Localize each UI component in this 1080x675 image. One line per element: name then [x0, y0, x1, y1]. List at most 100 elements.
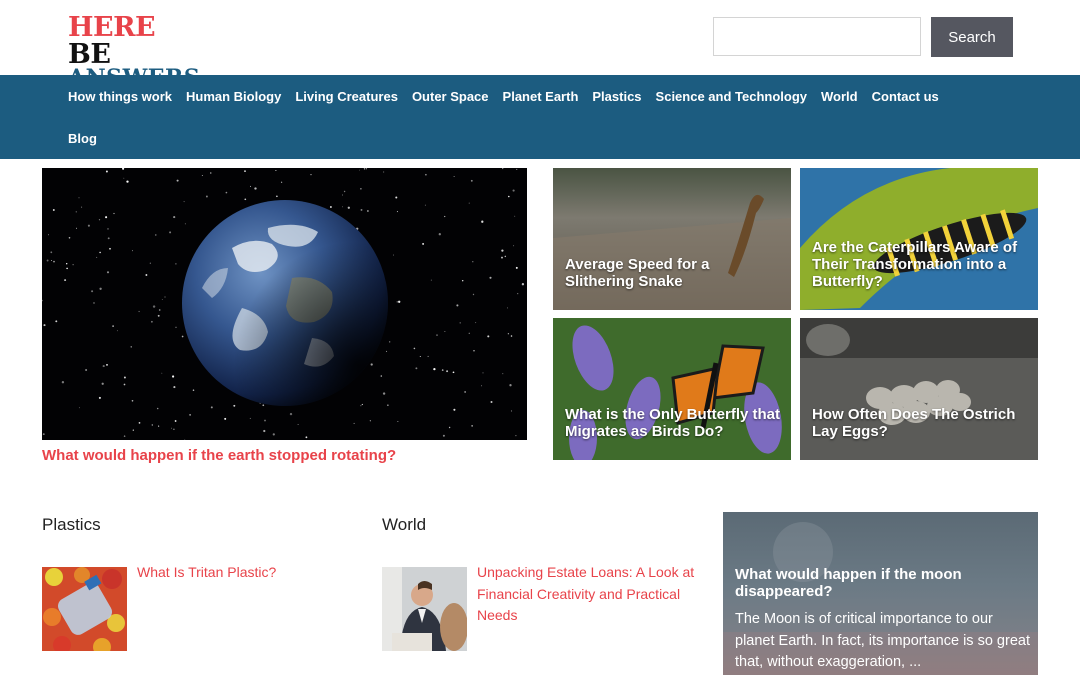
tile-title: How Often Does The Ostrich Lay Eggs?	[812, 406, 1016, 440]
star-dot	[387, 404, 389, 406]
star-dot	[444, 330, 446, 332]
star-dot	[132, 429, 134, 431]
featured-tile-butterfly[interactable]: What is the Only Butterfly that Migrates…	[553, 318, 791, 460]
star-dot	[99, 287, 102, 290]
star-dot	[138, 422, 141, 424]
star-dot	[396, 211, 398, 213]
world-post-thumbnail[interactable]	[382, 567, 467, 651]
nav-item-planet-earth[interactable]: Planet Earth	[503, 89, 579, 104]
star-dot	[254, 187, 257, 190]
star-dot	[501, 249, 504, 252]
star-dot	[510, 335, 513, 337]
star-dot	[183, 201, 185, 203]
star-dot	[425, 173, 427, 176]
nav-item-contact-us[interactable]: Contact us	[872, 89, 939, 104]
star-dot	[123, 376, 126, 379]
search-input[interactable]	[713, 17, 921, 56]
star-dot	[297, 424, 299, 425]
plastics-post-thumbnail[interactable]	[42, 567, 127, 651]
nav-item-how-things-work[interactable]: How things work	[68, 89, 172, 104]
star-dot	[96, 256, 98, 258]
star-dot	[481, 385, 483, 387]
nav-item-world[interactable]: World	[821, 89, 858, 104]
star-dot	[471, 425, 473, 427]
star-dot	[152, 305, 156, 308]
star-dot	[422, 242, 425, 245]
star-dot	[105, 170, 108, 173]
star-dot	[395, 196, 398, 199]
star-dot	[343, 190, 346, 193]
star-dot	[472, 261, 474, 263]
star-dot	[481, 220, 484, 223]
star-dot	[66, 263, 68, 265]
star-dot	[347, 206, 350, 209]
star-dot	[453, 408, 456, 411]
star-dot	[42, 433, 45, 435]
plastics-post-title[interactable]: What Is Tritan Plastic?	[137, 562, 347, 584]
star-dot	[262, 404, 265, 407]
nav-item-outer-space[interactable]: Outer Space	[412, 89, 489, 104]
star-dot	[472, 293, 475, 296]
star-dot	[75, 211, 77, 213]
star-dot	[386, 350, 388, 352]
star-dot	[509, 384, 512, 387]
star-dot	[427, 355, 429, 357]
star-dot	[91, 290, 94, 293]
star-dot	[106, 271, 110, 274]
tile-title: Average Speed for a Slithering Snake	[565, 256, 710, 290]
star-dot	[521, 283, 525, 286]
world-post-title[interactable]: Unpacking Estate Loans: A Look at Financ…	[477, 562, 697, 627]
star-dot	[85, 369, 88, 371]
moon-feature-card[interactable]: What would happen if the moon disappeare…	[723, 512, 1038, 675]
star-dot	[175, 326, 177, 328]
star-dot	[473, 350, 475, 352]
star-dot	[456, 304, 459, 307]
star-dot	[43, 324, 46, 327]
star-dot	[436, 334, 438, 336]
star-dot	[158, 425, 160, 427]
nav-item-blog[interactable]: Blog	[68, 131, 97, 146]
star-dot	[48, 234, 49, 236]
featured-earth-image[interactable]	[42, 168, 527, 440]
search-button[interactable]: Search	[931, 17, 1013, 57]
star-dot	[415, 367, 418, 370]
star-dot	[329, 206, 332, 208]
star-dot	[50, 259, 53, 262]
star-dot	[52, 209, 55, 211]
moon-card-excerpt: The Moon is of critical importance to ou…	[735, 611, 1030, 670]
nav-item-living-creatures[interactable]: Living Creatures	[295, 89, 398, 104]
star-dot	[510, 410, 513, 412]
star-dot	[370, 363, 373, 366]
star-dot	[175, 263, 177, 265]
star-dot	[433, 367, 436, 371]
star-dot	[176, 179, 179, 182]
nav-item-plastics[interactable]: Plastics	[592, 89, 641, 104]
nav-item-human-biology[interactable]: Human Biology	[186, 89, 281, 104]
featured-tile-snake[interactable]: Average Speed for a Slithering Snake	[553, 168, 791, 310]
star-dot	[123, 177, 125, 179]
star-dot	[184, 223, 186, 225]
star-dot	[173, 386, 176, 389]
star-dot	[161, 298, 163, 300]
star-dot	[244, 170, 246, 172]
star-dot	[468, 202, 470, 204]
star-dot	[516, 168, 518, 170]
nav-item-science-and-technology[interactable]: Science and Technology	[656, 89, 807, 104]
star-dot	[342, 194, 343, 196]
star-dot	[116, 330, 118, 332]
star-dot	[112, 325, 114, 327]
featured-tile-caterpillar[interactable]: Are the Caterpillars Aware of Their Tran…	[800, 168, 1038, 310]
star-dot	[170, 427, 172, 429]
star-dot	[155, 234, 157, 236]
featured-tile-ostrich-eggs[interactable]: How Often Does The Ostrich Lay Eggs?	[800, 318, 1038, 460]
star-dot	[504, 255, 507, 258]
star-dot	[468, 332, 470, 334]
star-dot	[358, 169, 360, 171]
business-meeting-image	[382, 567, 467, 651]
star-dot	[157, 314, 160, 317]
featured-main-title[interactable]: What would happen if the earth stopped r…	[42, 447, 396, 464]
star-dot	[87, 224, 90, 227]
star-dot	[205, 195, 208, 198]
star-dot	[53, 260, 55, 263]
star-dot	[46, 259, 49, 262]
